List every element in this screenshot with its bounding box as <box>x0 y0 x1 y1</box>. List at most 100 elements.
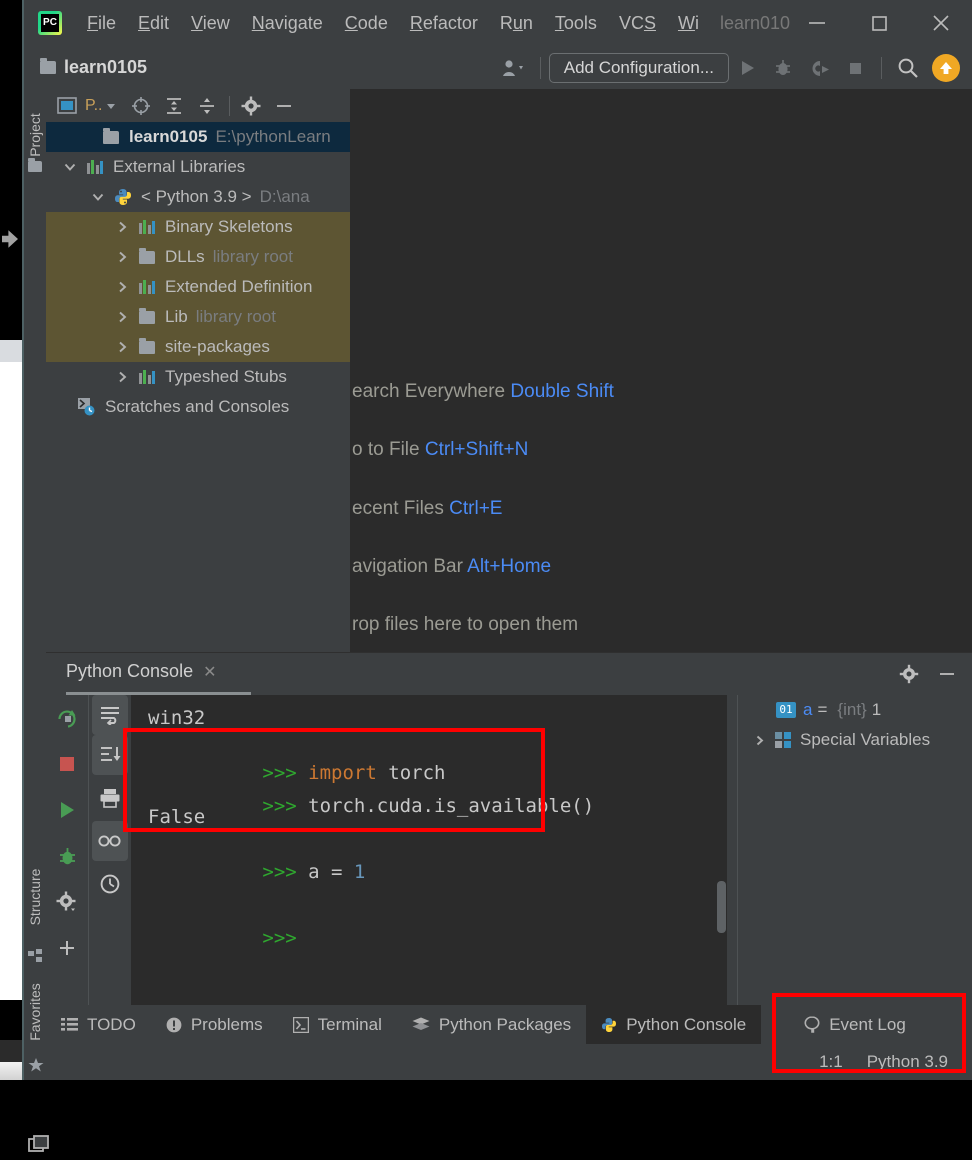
maximize-icon[interactable] <box>848 0 910 46</box>
scroll-to-end-icon[interactable] <box>92 735 128 775</box>
close-icon[interactable]: ✕ <box>203 662 216 682</box>
tab-label: Python Console <box>626 1014 747 1034</box>
bottom-tool-bar: TODO Problems Terminal Python Packages P… <box>46 1005 972 1044</box>
chevron-right-icon[interactable] <box>108 370 136 384</box>
desktop-region-dark <box>0 0 22 340</box>
eyeglasses-icon[interactable] <box>92 821 128 861</box>
chevron-right-icon[interactable] <box>108 310 136 324</box>
console-output[interactable]: win32 >>> import torch >>> torch.cuda.is… <box>131 695 727 1006</box>
project-folder-strip-icon[interactable] <box>28 158 43 176</box>
tree-item-external-libraries[interactable]: External Libraries <box>46 152 350 182</box>
chevron-right-icon[interactable] <box>746 734 772 747</box>
favorites-star-icon[interactable] <box>28 1057 44 1072</box>
pycharm-window: File Edit View Navigate Code Refactor Ru… <box>0 0 972 1152</box>
tree-item-extended-definition[interactable]: Extended Definition <box>46 272 350 302</box>
menu-window[interactable]: Wi <box>667 13 710 34</box>
hint-recent-files: ecent Files Ctrl+E <box>352 498 503 519</box>
menu-tools[interactable]: Tools <box>544 13 608 34</box>
coverage-icon[interactable] <box>801 46 837 89</box>
python-console-icon <box>602 1017 617 1032</box>
minimize-icon[interactable] <box>786 0 848 46</box>
tree-item-lib[interactable]: Lib library root <box>46 302 350 332</box>
strip-label-favorites[interactable]: Favorites <box>27 975 43 1049</box>
chevron-right-icon[interactable] <box>108 340 136 354</box>
desktop-region-grey <box>0 340 22 362</box>
add-icon[interactable] <box>46 925 88 971</box>
structure-icon[interactable] <box>28 949 43 964</box>
variable-name: Special Variables <box>800 730 931 749</box>
update-icon[interactable] <box>932 53 960 82</box>
folder-icon <box>136 337 158 354</box>
collapse-all-icon[interactable] <box>191 89 224 122</box>
expand-all-icon[interactable] <box>158 89 191 122</box>
run-icon[interactable] <box>46 787 88 833</box>
gear-icon[interactable] <box>235 89 268 122</box>
console-vertical-scrollbar[interactable] <box>717 881 726 933</box>
tree-item-binary-skeletons[interactable]: Binary Skeletons <box>46 212 350 242</box>
tree-item-typeshed-stubs[interactable]: Typeshed Stubs <box>46 362 350 392</box>
strip-label-structure[interactable]: Structure <box>27 862 43 932</box>
bottom-tab-todo[interactable]: TODO <box>46 1005 151 1044</box>
tree-item-site-packages[interactable]: site-packages <box>46 332 350 362</box>
strip-label-project[interactable]: Project <box>27 110 43 160</box>
tab-python-console[interactable]: Python Console ✕ <box>66 661 217 688</box>
variable-row-a[interactable]: 01 a = {int} 1 <box>738 695 972 725</box>
tree-item-learn0105[interactable]: learn0105 E:\pythonLearn <box>46 122 350 152</box>
console-code: torch.cuda.is_available() <box>308 795 595 817</box>
menu-code[interactable]: Code <box>334 13 399 34</box>
caret-position[interactable]: 1:1 <box>819 1052 843 1072</box>
menu-vcs[interactable]: VCS <box>608 13 667 34</box>
toggle-tool-windows-icon[interactable] <box>28 1135 50 1157</box>
event-log-icon <box>804 1016 820 1033</box>
rerun-icon[interactable] <box>46 695 88 741</box>
menu-refactor[interactable]: Refactor <box>399 13 489 34</box>
toolbar-project-name[interactable]: learn0105 <box>64 57 147 78</box>
user-dropdown-icon[interactable] <box>496 46 532 89</box>
stop-icon[interactable] <box>837 46 873 89</box>
chevron-right-icon[interactable] <box>108 250 136 264</box>
run-icon[interactable] <box>729 46 765 89</box>
debug-icon[interactable] <box>765 46 801 89</box>
variable-row-special-variables[interactable]: Special Variables <box>738 725 972 755</box>
add-configuration-button[interactable]: Add Configuration... <box>548 52 729 83</box>
console-line-cuda-check: >>> torch.cuda.is_available() <box>148 773 594 839</box>
folder-icon <box>136 307 158 324</box>
special-variables-icon <box>772 732 794 748</box>
close-icon[interactable] <box>910 0 972 46</box>
minimize-icon[interactable] <box>928 653 966 695</box>
history-icon[interactable] <box>89 861 131 907</box>
menu-view[interactable]: View <box>180 13 241 34</box>
search-icon[interactable] <box>890 46 926 89</box>
tree-item-scratches-and-consoles[interactable]: Scratches and Consoles <box>46 392 350 422</box>
soft-wrap-icon[interactable] <box>92 695 128 735</box>
settings-icon[interactable] <box>46 879 88 925</box>
bottom-tab-terminal[interactable]: Terminal <box>278 1005 397 1044</box>
print-icon[interactable] <box>89 775 131 821</box>
debug-icon[interactable] <box>46 833 88 879</box>
menu-file[interactable]: File <box>76 13 127 34</box>
gear-icon[interactable] <box>890 653 928 695</box>
bottom-tab-python-packages[interactable]: Python Packages <box>397 1005 586 1044</box>
tree-item-dlls[interactable]: DLLs library root <box>46 242 350 272</box>
bottom-tab-event-log[interactable]: Event Log <box>789 1005 921 1044</box>
hide-panel-icon[interactable] <box>268 89 301 122</box>
locate-file-icon[interactable] <box>125 89 158 122</box>
toolbar-divider <box>539 56 541 79</box>
chevron-down-icon[interactable] <box>56 160 84 174</box>
tree-item-detail: D:\ana <box>259 187 310 206</box>
chevron-down-icon[interactable] <box>84 190 112 204</box>
menu-run[interactable]: Run <box>489 13 544 34</box>
project-view-selector[interactable]: P.. <box>50 89 117 122</box>
chevron-right-icon[interactable] <box>108 220 136 234</box>
tree-item-python-39[interactable]: < Python 3.9 > D:\ana <box>46 182 350 212</box>
menu-navigate[interactable]: Navigate <box>241 13 334 34</box>
project-tree[interactable]: learn0105 E:\pythonLearn External Librar… <box>46 122 350 637</box>
bottom-tab-python-console[interactable]: Python Console <box>586 1005 762 1044</box>
project-view-label: P.. <box>85 96 103 114</box>
chevron-right-icon[interactable] <box>108 280 136 294</box>
interpreter-indicator[interactable]: Python 3.9 <box>867 1052 948 1072</box>
menu-edit[interactable]: Edit <box>127 13 180 34</box>
bottom-tab-problems[interactable]: Problems <box>151 1005 278 1044</box>
desktop-taskbar <box>0 1062 22 1080</box>
stop-icon[interactable] <box>46 741 88 787</box>
